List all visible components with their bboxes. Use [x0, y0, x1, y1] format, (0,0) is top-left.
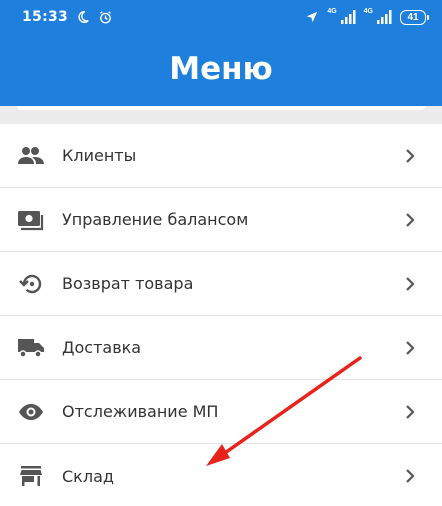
menu-item-label: Клиенты [62, 146, 137, 165]
menu-item-warehouse[interactable]: Склад [0, 444, 442, 506]
menu-list: Клиенты Управление балансом Возврат това… [0, 124, 442, 506]
page-title: Меню [169, 51, 273, 87]
eye-icon [18, 399, 44, 425]
people-icon [18, 143, 44, 169]
header-divider [0, 106, 442, 124]
menu-item-returns[interactable]: Возврат товара [0, 252, 442, 316]
menu-item-balance[interactable]: Управление балансом [0, 188, 442, 252]
menu-item-tracking[interactable]: Отслеживание МП [0, 380, 442, 444]
signal-icon-2 [377, 10, 392, 24]
menu-item-delivery[interactable]: Доставка [0, 316, 442, 380]
status-left: 15:33 [22, 9, 113, 25]
chevron-right-icon [406, 469, 415, 483]
chevron-right-icon [406, 276, 415, 291]
status-right: 4G 4G 41 [305, 7, 429, 25]
chevron-right-icon [406, 148, 415, 163]
menu-item-clients[interactable]: Клиенты [0, 124, 442, 188]
app-bar: Меню [0, 34, 442, 106]
network-type-2: 4G [363, 7, 373, 15]
menu-item-label: Отслеживание МП [62, 402, 219, 421]
location-icon [305, 10, 319, 24]
divider-line [17, 106, 425, 110]
status-bar: 15:33 4G 4G 41 [0, 0, 442, 34]
return-icon [18, 271, 44, 297]
store-icon [18, 463, 44, 489]
menu-item-label: Возврат товара [62, 274, 194, 293]
signal-icon [340, 10, 356, 24]
network-type-1: 4G [327, 7, 337, 15]
truck-icon [18, 335, 44, 361]
menu-item-label: Управление балансом [62, 210, 249, 229]
moon-icon [76, 10, 90, 24]
chevron-right-icon [406, 212, 415, 227]
wallet-icon [18, 207, 44, 233]
menu-item-label: Доставка [62, 338, 142, 357]
chevron-right-icon [406, 404, 415, 419]
alarm-icon [98, 10, 113, 25]
battery-icon: 41 [400, 9, 429, 25]
menu-item-label: Склад [62, 466, 114, 486]
chevron-right-icon [406, 340, 415, 355]
status-time: 15:33 [22, 9, 69, 25]
